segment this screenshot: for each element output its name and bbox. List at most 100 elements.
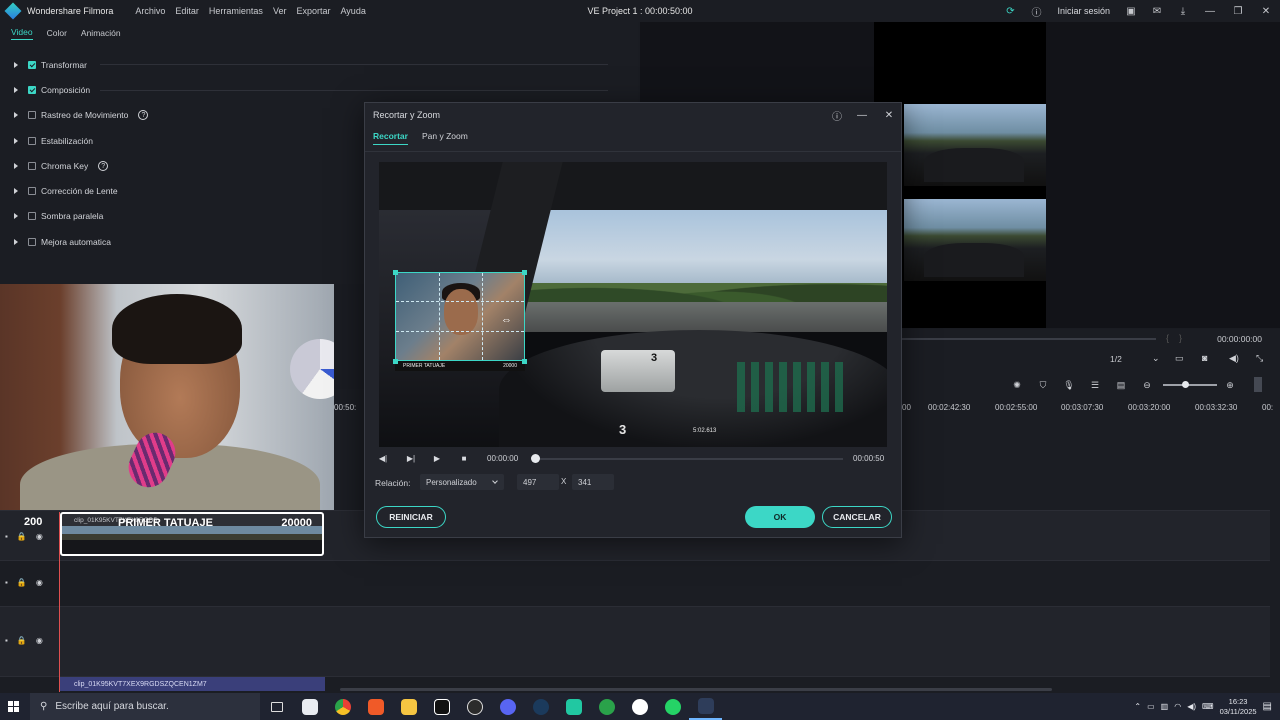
expand-arrow-icon[interactable] (14, 112, 18, 118)
lock-icon[interactable]: 🔒 (17, 636, 27, 645)
render-icon[interactable]: ✺ (1004, 377, 1030, 393)
prop-row-composicion[interactable]: Composición (14, 83, 90, 97)
sync-icon[interactable]: ⟳ (997, 0, 1023, 22)
reset-button[interactable]: REINICIAR (376, 506, 446, 528)
help-icon[interactable]: ⓘ (828, 107, 846, 123)
signin-link[interactable]: Iniciar sesión (1049, 6, 1118, 16)
zoom-slider-knob[interactable] (1182, 381, 1189, 388)
checkbox-rastreo[interactable] (28, 111, 36, 119)
tab-pan-zoom[interactable]: Pan y Zoom (422, 131, 468, 145)
bracket-icon[interactable]: { } (1166, 333, 1182, 343)
wifi-icon[interactable]: ◠ (1174, 702, 1181, 711)
track-video-icon[interactable]: ▪ (5, 532, 8, 541)
ok-button[interactable]: OK (745, 506, 815, 528)
taskbar-search[interactable]: ⚲ Escribe aquí para buscar. (30, 693, 260, 720)
language-icon[interactable]: ⌨ (1202, 702, 1214, 711)
list-icon[interactable]: ☰ (1082, 377, 1108, 393)
xbox-icon[interactable] (590, 693, 623, 720)
track-video-icon[interactable]: ▪ (5, 636, 8, 645)
discord-icon[interactable] (491, 693, 524, 720)
scrubber-knob[interactable] (531, 454, 540, 463)
start-button[interactable] (0, 693, 26, 720)
mic-icon[interactable]: 🎙 (1056, 377, 1082, 393)
close-icon[interactable]: ✕ (880, 107, 898, 123)
menu-exportar[interactable]: Exportar (296, 6, 330, 16)
tab-video[interactable]: Video (11, 27, 33, 40)
chevron-down-icon[interactable]: ⌄ (1152, 353, 1160, 364)
prev-frame-icon[interactable]: ◀| (377, 452, 389, 464)
volume-icon[interactable]: ◀) (1187, 702, 1196, 711)
task-view-icon[interactable] (260, 693, 293, 720)
tab-color[interactable]: Color (47, 28, 67, 38)
steam-icon[interactable] (524, 693, 557, 720)
tab-animacion[interactable]: Animación (81, 28, 121, 38)
prop-row-mejora[interactable]: Mejora automatica (14, 235, 111, 249)
menu-editar[interactable]: Editar (175, 6, 199, 16)
eye-icon[interactable]: ◉ (36, 532, 43, 541)
fullscreen-icon[interactable]: ⤡ (1256, 353, 1263, 364)
mail-icon[interactable]: ✉ (1144, 0, 1170, 22)
lock-icon[interactable]: 🔒 (17, 532, 27, 541)
expand-arrow-icon[interactable] (14, 188, 18, 194)
tab-recortar[interactable]: Recortar (373, 131, 408, 145)
menu-ver[interactable]: Ver (273, 6, 287, 16)
camera-icon[interactable]: ◙ (1202, 353, 1207, 363)
crop-handle[interactable] (393, 359, 398, 364)
crop-handle[interactable] (393, 270, 398, 275)
page-indicator[interactable]: 1/2 (1110, 354, 1122, 364)
crop-canvas[interactable]: 3 3 5:02.613 PRIMER TATUAJE 20000 ⇔ (379, 162, 887, 447)
audio-clip[interactable]: clip_01K95KVT7XEX9RGDSZQCEN1ZM7 (60, 677, 325, 691)
help-icon[interactable]: ? (98, 161, 109, 171)
eye-icon[interactable]: ◉ (36, 636, 43, 645)
crop-handle[interactable] (522, 270, 527, 275)
prop-row-transformar[interactable]: Transformar (14, 58, 87, 72)
dialog-scrubber[interactable] (535, 458, 843, 460)
info-icon[interactable]: ⓘ (1023, 0, 1049, 22)
prop-row-chroma[interactable]: Chroma Key ? (14, 159, 109, 173)
track-video-icon[interactable]: ▪ (5, 578, 8, 587)
expand-arrow-icon[interactable] (14, 87, 18, 93)
checkbox-chroma[interactable] (28, 162, 36, 170)
shield-icon[interactable]: ⛉ (1030, 377, 1056, 393)
menu-ayuda[interactable]: Ayuda (340, 6, 365, 16)
volume-icon[interactable]: ◀) (1229, 353, 1239, 364)
network-icon[interactable]: ▭ (1147, 702, 1155, 711)
restore-icon[interactable]: ❐ (1224, 0, 1252, 22)
playhead[interactable] (59, 512, 60, 692)
zoom-out-icon[interactable]: ⊖ (1134, 377, 1160, 393)
minimize-icon[interactable]: — (1196, 0, 1224, 22)
file-explorer-icon[interactable] (392, 693, 425, 720)
minimize-icon[interactable]: — (853, 107, 871, 123)
obs-icon[interactable] (458, 693, 491, 720)
ratio-select[interactable]: Personalizado (420, 474, 504, 490)
download-icon[interactable]: ⤓ (1170, 0, 1196, 22)
checkbox-composicion[interactable] (28, 86, 36, 94)
help-icon[interactable]: ? (138, 110, 149, 120)
chevron-up-icon[interactable]: ⌃ (1134, 702, 1141, 711)
chrome-icon[interactable] (326, 693, 359, 720)
battery-icon[interactable]: ▥ (1161, 702, 1169, 711)
step-play-icon[interactable]: ▶| (405, 452, 417, 464)
expand-arrow-icon[interactable] (14, 163, 18, 169)
capcut-icon[interactable] (425, 693, 458, 720)
save-icon[interactable]: ▣ (1118, 0, 1144, 22)
brave-icon[interactable] (359, 693, 392, 720)
panel-toggle-icon[interactable] (1254, 377, 1262, 392)
checkbox-sombra[interactable] (28, 212, 36, 220)
width-field[interactable]: 497 (517, 474, 559, 490)
zoom-slider[interactable] (1163, 384, 1217, 386)
crop-handle[interactable] (522, 359, 527, 364)
expand-arrow-icon[interactable] (14, 239, 18, 245)
timeline-clip[interactable]: clip_01K95KVT7XEX9RGD5 PRIMER TATUAJE 20… (60, 512, 324, 556)
clock[interactable]: 16:23 03/11/2025 (1220, 697, 1257, 717)
whatsapp-icon[interactable] (656, 693, 689, 720)
menu-herramientas[interactable]: Herramientas (209, 6, 263, 16)
lock-icon[interactable]: 🔒 (17, 578, 27, 587)
prop-row-correccion[interactable]: Corrección de Lente (14, 184, 118, 198)
stop-icon[interactable]: ■ (458, 452, 470, 464)
height-field[interactable]: 341 (572, 474, 614, 490)
expand-arrow-icon[interactable] (14, 213, 18, 219)
store-icon[interactable] (293, 693, 326, 720)
filmora-taskbar-icon[interactable] (557, 693, 590, 720)
preview-scrubber[interactable] (900, 338, 1156, 340)
